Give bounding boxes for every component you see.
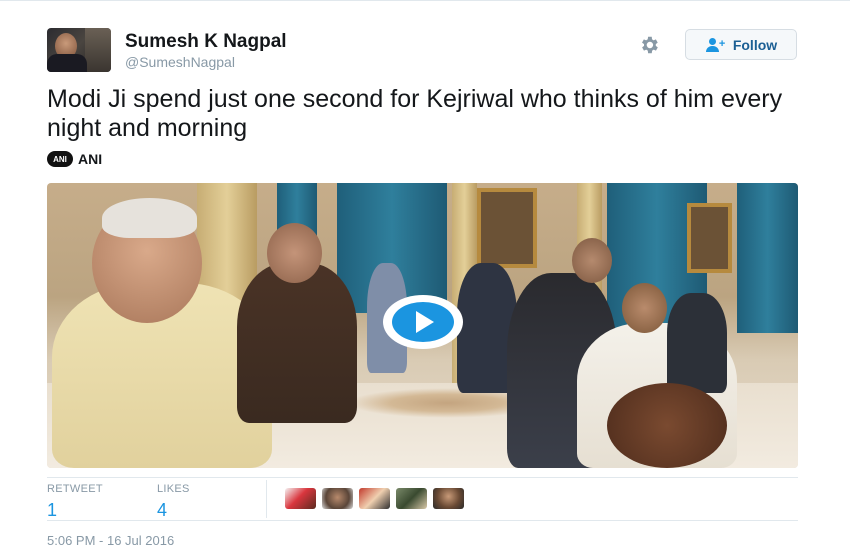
user-display-name[interactable]: Sumesh K Nagpal bbox=[125, 31, 287, 53]
user-handle[interactable]: @SumeshNagpal bbox=[125, 54, 235, 70]
retweet-stat[interactable]: RETWEET 1 bbox=[47, 483, 103, 521]
ani-logo-icon: ANI bbox=[47, 151, 73, 167]
user-avatar[interactable] bbox=[47, 28, 111, 72]
avatar-background bbox=[85, 28, 111, 72]
follow-person-plus-icon: + bbox=[705, 37, 727, 53]
scene-head bbox=[267, 223, 322, 283]
liker-avatar-icon[interactable] bbox=[285, 488, 316, 509]
stats-vertical-divider bbox=[266, 480, 267, 518]
likes-label: LIKES bbox=[157, 483, 190, 495]
retweet-count: 1 bbox=[47, 500, 58, 520]
scene-portrait bbox=[687, 203, 732, 273]
play-button[interactable] bbox=[383, 295, 463, 349]
follow-button[interactable]: + Follow bbox=[685, 29, 797, 60]
scene-person bbox=[667, 293, 727, 393]
scene-head bbox=[622, 283, 667, 333]
liker-avatar-icon[interactable] bbox=[396, 488, 427, 509]
source-name: ANI bbox=[78, 151, 103, 167]
stats-top-divider bbox=[47, 477, 798, 478]
tweet-text: Modi Ji spend just one second for Kejriw… bbox=[47, 85, 783, 142]
avatar-suit bbox=[47, 54, 87, 72]
scene-blur bbox=[607, 383, 727, 468]
gear-icon[interactable] bbox=[636, 32, 662, 58]
liker-avatar-icon[interactable] bbox=[322, 488, 353, 509]
top-divider bbox=[0, 0, 850, 1]
likes-count: 4 bbox=[157, 500, 168, 520]
play-icon bbox=[392, 302, 454, 342]
scene-hair bbox=[102, 198, 197, 238]
scene-portrait bbox=[477, 188, 537, 268]
stats-bottom-divider bbox=[47, 520, 798, 521]
liker-avatar-icon[interactable] bbox=[433, 488, 464, 509]
scene-head bbox=[572, 238, 612, 283]
media-source[interactable]: ANI ANI bbox=[47, 151, 102, 167]
liker-avatar-icon[interactable] bbox=[359, 488, 390, 509]
tweet-timestamp[interactable]: 5:06 PM - 16 Jul 2016 bbox=[47, 533, 174, 548]
likers-list bbox=[285, 488, 464, 509]
scene-curtain bbox=[737, 183, 798, 333]
video-player[interactable] bbox=[47, 183, 798, 468]
likes-stat[interactable]: LIKES 4 bbox=[157, 483, 190, 521]
follow-label: Follow bbox=[732, 36, 778, 53]
scene-person bbox=[237, 263, 357, 423]
retweet-label: RETWEET bbox=[47, 483, 103, 495]
